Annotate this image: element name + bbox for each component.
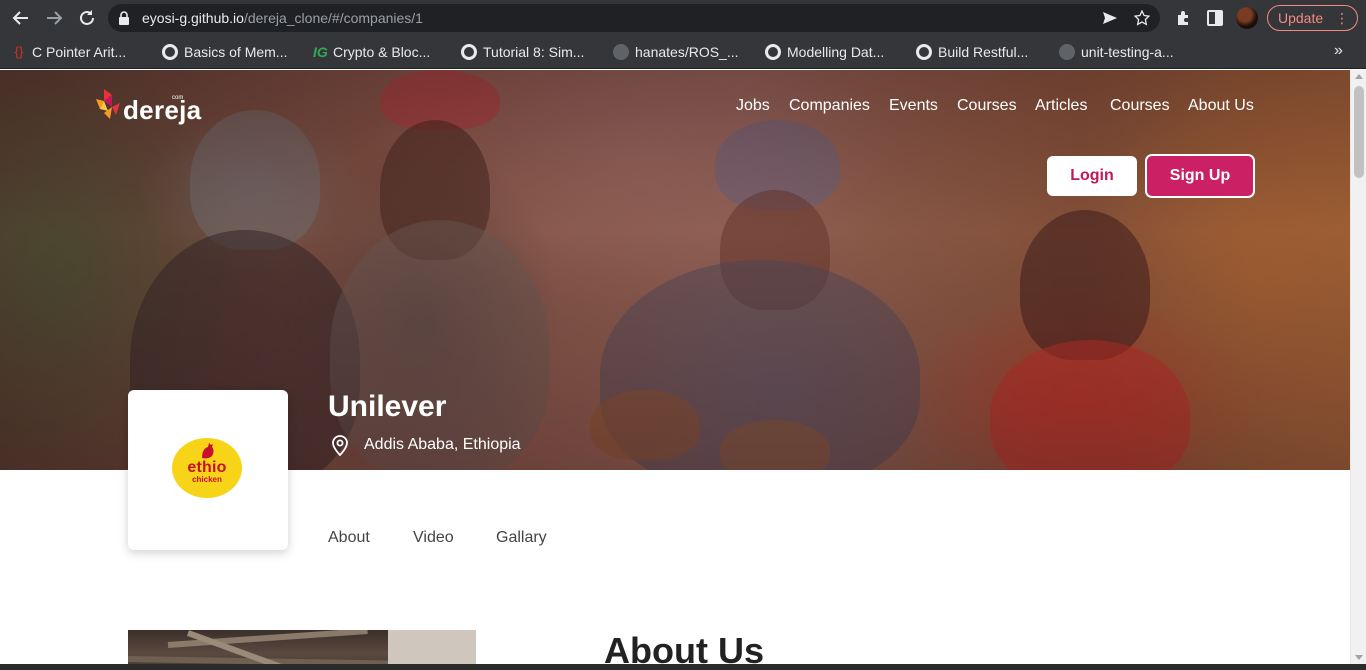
profile-avatar[interactable] (1236, 7, 1258, 29)
github-icon (613, 44, 629, 60)
bookmarks-overflow-button[interactable]: » (1334, 42, 1343, 60)
tab-about[interactable]: About (328, 529, 370, 547)
address-bar[interactable]: eyosi-g.github.io/dereja_clone/#/compani… (108, 4, 1160, 32)
url-text: eyosi-g.github.io/dereja_clone/#/compani… (142, 10, 423, 26)
company-logo: ethio chicken (172, 438, 242, 498)
page-viewport: dereja com Jobs Companies Events Courses… (0, 70, 1350, 670)
tab-video[interactable]: Video (413, 529, 454, 547)
bookmark-item[interactable]: IG Crypto & Bloc... (313, 42, 430, 62)
nav-events[interactable]: Events (889, 97, 938, 115)
login-button[interactable]: Login (1047, 156, 1137, 196)
lock-icon (119, 11, 129, 25)
forward-button[interactable] (43, 7, 65, 29)
rooster-icon (202, 443, 214, 459)
more-vert-icon: ⋮ (1335, 10, 1349, 26)
location-pin-icon (332, 435, 348, 456)
globe-icon (916, 44, 932, 60)
scroll-up-icon[interactable] (1355, 74, 1363, 79)
bookmark-label: unit-testing-a... (1081, 44, 1174, 60)
company-location: Addis Ababa, Ethiopia (330, 434, 521, 456)
bookmark-label: Crypto & Bloc... (333, 44, 431, 60)
browser-toolbar: eyosi-g.github.io/dereja_clone/#/compani… (0, 0, 1366, 35)
nav-articles[interactable]: Articles (1035, 97, 1087, 115)
update-button[interactable]: Update ⋮ (1267, 5, 1358, 31)
star-icon[interactable] (1134, 10, 1150, 26)
bookmark-item[interactable]: Build Restful... (916, 42, 1028, 62)
bookmark-item[interactable]: Tutorial 8: Sim... (461, 42, 584, 62)
company-logo-sub: chicken (192, 475, 222, 484)
location-text: Addis Ababa, Ethiopia (364, 436, 521, 453)
company-logo-card: ethio chicken (128, 390, 288, 550)
bookmark-item[interactable]: Modelling Dat... (765, 42, 884, 62)
bookmark-label: Tutorial 8: Sim... (483, 44, 585, 60)
side-panel-icon[interactable] (1205, 8, 1225, 28)
globe-icon (461, 44, 477, 60)
nav-courses-2[interactable]: Courses (1110, 97, 1170, 115)
scroll-down-icon[interactable] (1355, 655, 1363, 660)
bookmark-label: C Pointer Arit... (32, 44, 127, 60)
page-scrollbar[interactable] (1350, 70, 1366, 670)
company-logo-word: ethio (187, 459, 227, 476)
bookmark-item[interactable]: hanates/ROS_... (613, 42, 739, 62)
ig-icon: IG (313, 44, 328, 60)
reload-button[interactable] (76, 7, 98, 29)
reload-icon (80, 10, 94, 25)
globe-icon (162, 44, 178, 60)
nav-jobs[interactable]: Jobs (736, 97, 770, 115)
tab-gallary[interactable]: Gallary (496, 529, 547, 547)
signup-button[interactable]: Sign Up (1145, 154, 1255, 198)
nav-courses[interactable]: Courses (957, 97, 1017, 115)
nav-about-us[interactable]: About Us (1188, 97, 1254, 115)
bookmark-item[interactable]: Basics of Mem... (162, 42, 287, 62)
company-tabs: About Video Gallary (0, 529, 1350, 551)
github-icon (1059, 44, 1075, 60)
url-path: /dereja_clone/#/companies/1 (243, 10, 423, 26)
url-host: eyosi-g.github.io (142, 10, 244, 26)
bookmark-label: Basics of Mem... (184, 44, 288, 60)
nav-companies[interactable]: Companies (789, 97, 870, 115)
bookmark-label: Build Restful... (938, 44, 1029, 60)
bookmark-label: Modelling Dat... (787, 44, 885, 60)
arrow-right-icon (47, 11, 63, 25)
send-icon[interactable] (1102, 10, 1118, 26)
arrow-left-icon (12, 11, 28, 25)
bookmark-item[interactable]: {} C Pointer Arit... (12, 42, 127, 62)
globe-icon (765, 44, 781, 60)
extensions-icon[interactable] (1174, 8, 1194, 28)
bookmark-label: hanates/ROS_... (635, 44, 739, 60)
company-name: Unilever (328, 390, 447, 423)
back-button[interactable] (10, 7, 32, 29)
update-label: Update (1278, 10, 1324, 26)
scrollbar-thumb[interactable] (1354, 86, 1364, 178)
os-taskbar (0, 664, 1366, 670)
main-nav: Jobs Companies Events Courses Articles C… (0, 97, 1350, 119)
bookmarks-bar: {} C Pointer Arit... Basics of Mem... IG C… (0, 35, 1366, 69)
code-brace-icon: {} (14, 44, 24, 59)
bookmark-item[interactable]: unit-testing-a... (1059, 42, 1174, 62)
